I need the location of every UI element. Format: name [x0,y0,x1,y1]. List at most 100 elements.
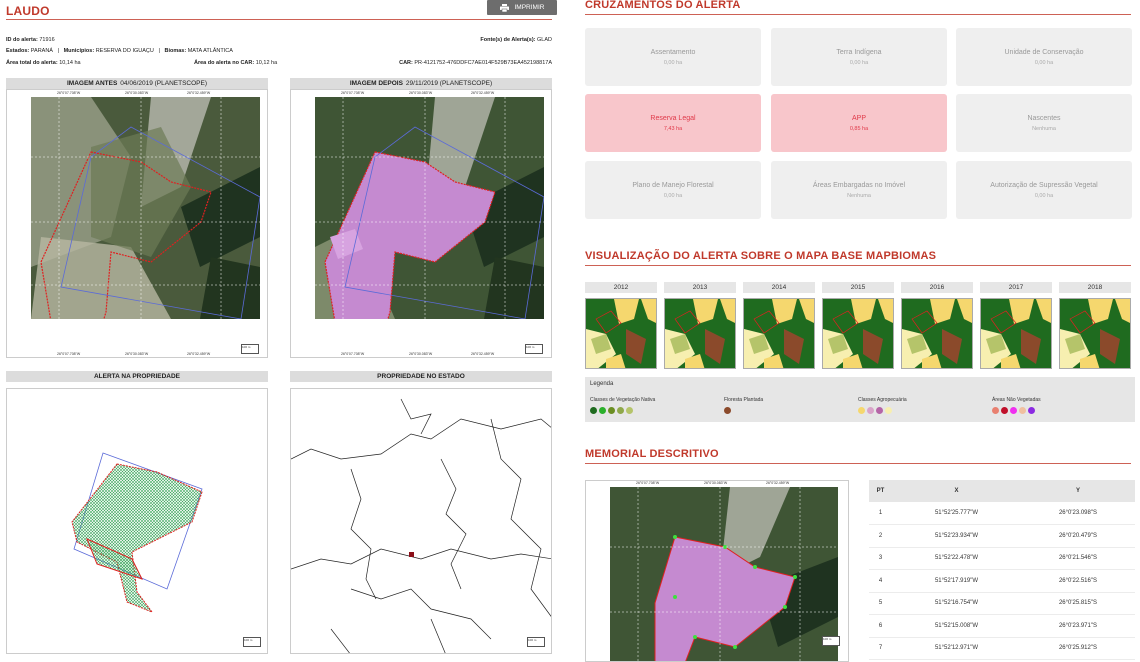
printer-icon [499,3,509,12]
scale-bar: 100 m [241,344,259,354]
coord-bottom-3: 26°0'32.459"W [187,352,211,356]
state-map-panel[interactable]: 100 m [290,388,552,654]
coord-top-3: 26°0'32.459"W [471,91,495,95]
coord-bottom-2: 26°0'30.083"W [125,352,149,356]
mapbiomas-thumb-map [744,299,814,368]
laudo-rule [6,19,552,20]
table-cell: 3 [869,547,892,570]
crossing-card-value: 7,43 ha [663,125,683,132]
crossing-card-value: 0,85 ha [849,125,869,132]
scale-bar: 100 m [822,636,840,646]
legend-swatch [608,407,615,414]
cruzamentos-section: CRUZAMENTOS DO ALERTA Assentamento 0,00 h… [585,0,1135,662]
coord-top-3: 26°0'32.459"W [766,481,790,485]
table-row: 3 51°52'22.478"W 26°0'21.546"S [869,547,1135,570]
area-car: Área do alerta no CAR: 10,12 ha [194,60,278,66]
crossing-card[interactable]: Nascentes Nenhuma [956,94,1132,152]
table-cell: 6 [869,614,892,638]
crossing-card-value: 0,00 ha [849,59,869,66]
crossing-card-value: 0,00 ha [1034,192,1054,199]
legend-group: Áreas Não Vegetadas [992,397,1041,414]
scale-bar: 100 m [525,344,543,354]
coord-top-1: 26°0'07.708"W [57,91,81,95]
crossing-card-value: 0,00 ha [1034,59,1054,66]
scale-bar: 100 m [243,637,261,647]
mapbiomas-thumb-map [981,299,1051,368]
crossing-card-title: APP [851,114,866,122]
table-cell: 51°52'25.777"W [891,502,1021,525]
before-satellite-image [31,97,260,319]
table-row: 5 51°52'16.754"W 26°0'25.815"S [869,592,1135,615]
mapbiomas-thumb-map [902,299,972,368]
scale-bar: 100 m [527,637,545,647]
crossing-card-value: 0,00 ha [663,59,683,66]
crossing-card[interactable]: Terra Indígena 0,00 ha [771,28,947,86]
property-marker [409,552,414,557]
after-image-title: IMAGEM DEPOIS 29/11/2019 (PLANETSCOPE) [290,78,552,89]
coord-bottom-1: 26°0'07.708"W [341,352,365,356]
year-label: 2015 [822,282,894,293]
legend-swatch [724,407,731,414]
table-cell: 26°0'25.912"S [1020,637,1135,660]
print-button[interactable]: IMPRIMIR [487,0,557,15]
table-cell: 51°52'23.934"W [891,524,1021,548]
coord-top-2: 26°0'30.083"W [409,91,433,95]
mapbiomas-thumb[interactable] [664,298,736,369]
coord-bottom-3: 26°0'32.459"W [471,352,495,356]
mapbiomas-thumb[interactable] [901,298,973,369]
crossing-card-title: Reserva Legal [650,114,696,122]
year-label: 2014 [743,282,815,293]
crossing-card-title: Terra Indígena [836,48,882,56]
legend-swatch [617,407,624,414]
laudo-title: LAUDO [6,4,50,18]
before-image-title: IMAGEM ANTES 04/06/2019 (PLANETSCOPE) [6,78,268,89]
crossing-card[interactable]: Áreas Embargadas no Imóvel Nenhuma [771,161,947,219]
mapbiomas-thumb[interactable] [822,298,894,369]
table-cell: 26°0'25.815"S [1020,592,1135,615]
before-image-panel[interactable]: 26°0'07.708"W 26°0'30.083"W 26°0'32.459"… [6,89,268,358]
crossing-card[interactable]: APP 0,85 ha [771,94,947,152]
crossing-card-value: 0,00 ha [663,192,683,199]
year-label: 2018 [1059,282,1131,293]
legend-swatch [885,407,892,414]
crossing-card[interactable]: Unidade de Conservação 0,00 ha [956,28,1132,86]
legend-swatch [876,407,883,414]
crossing-card[interactable]: Assentamento 0,00 ha [585,28,761,86]
after-image-panel[interactable]: 26°0'07.708"W 26°0'30.083"W 26°0'32.459"… [290,89,552,358]
laudo-section: LAUDO IMPRIMIR ID do alerta: 71916 Fonte… [6,0,557,662]
mapbiomas-thumb[interactable] [585,298,657,369]
legend-swatch [1001,407,1008,414]
after-satellite-image [315,97,544,319]
crossing-card[interactable]: Autorização de Supressão Vegetal 0,00 ha [956,161,1132,219]
legend-label: Classes Agropecuária [858,397,907,403]
crossing-card-title: Autorização de Supressão Vegetal [990,181,1098,189]
alert-locale: Estados: PARANÁ | Municípios: RESERVA DO… [6,48,233,54]
memorial-map-panel[interactable]: 26°0'07.708"W 26°0'30.083"W 26°0'32.459"… [585,480,849,662]
legend-swatch [992,407,999,414]
mapbiomas-thumb-map [586,299,656,368]
memorial-rule [585,463,1131,464]
legend-swatch [1019,407,1026,414]
legend-swatch [858,407,865,414]
crossing-card[interactable]: Plano de Manejo Florestal 0,00 ha [585,161,761,219]
mapbiomas-thumb[interactable] [1059,298,1131,369]
legend-group: Floresta Plantada [724,397,763,414]
crossing-card-title: Nascentes [1027,114,1061,122]
property-map-panel[interactable]: 100 m [6,388,268,654]
legend-swatch [867,407,874,414]
table-cell: 26°0'23.971"S [1020,614,1135,638]
crossing-card-title: Unidade de Conservação [1004,48,1084,56]
legend-swatch [1028,407,1035,414]
crossing-card-title: Assentamento [650,48,696,56]
mapbiomas-thumb[interactable] [980,298,1052,369]
cruzamentos-title: CRUZAMENTOS DO ALERTA [585,0,741,11]
legend-swatch [599,407,606,414]
crossing-card[interactable]: Reserva Legal 7,43 ha [585,94,761,152]
year-label: 2017 [980,282,1052,293]
memorial-satellite-image [610,487,838,661]
car-code: CAR: PR-4121752-476DDFC7AE014F529B73EA45… [399,60,552,66]
mapbiomas-thumb[interactable] [743,298,815,369]
alert-source: Fonte(s) de Alerta(s): GLAD [480,37,552,43]
table-cell: 2 [869,524,892,548]
coord-top-1: 26°0'07.708"W [636,481,660,485]
